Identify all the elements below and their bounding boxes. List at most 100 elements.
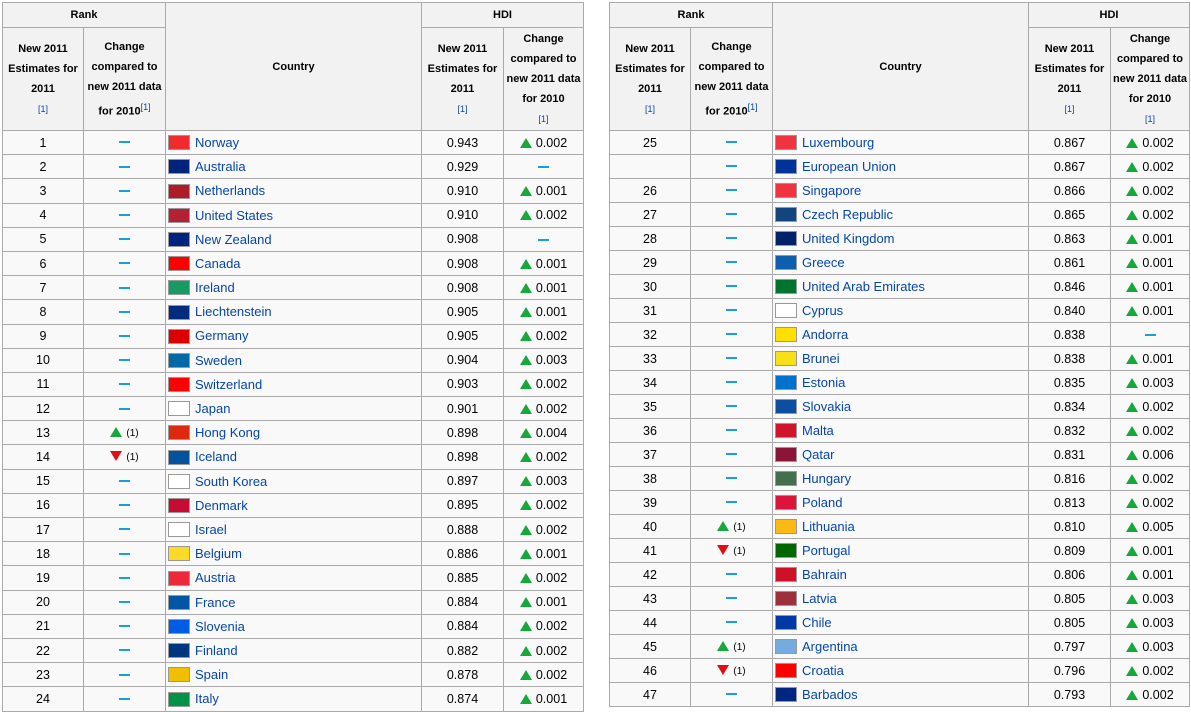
hdi-value-cell: 0.861 [1028, 250, 1111, 275]
hdi-value-cell: 0.797 [1028, 634, 1111, 659]
country-link[interactable]: Austria [195, 571, 235, 586]
hdi-change-value: 0.003 [535, 474, 568, 489]
country-link[interactable]: Brunei [802, 351, 840, 366]
rank-change-header: Change compared to new 2011 data for 201… [83, 27, 166, 131]
rank-cell: 5 [2, 226, 84, 252]
country-link[interactable]: Slovakia [802, 399, 851, 414]
hdi-value-cell: 0.908 [421, 250, 504, 277]
table-row: 46 (1) Croatia 0.796 0.002 [609, 658, 1191, 683]
flag-icon [168, 425, 190, 441]
country-cell: Singapore [772, 178, 1029, 203]
rank-change-cell: (1) [83, 444, 166, 470]
country-link[interactable]: Sweden [195, 353, 242, 368]
country-link[interactable]: Netherlands [195, 184, 265, 199]
country-link[interactable]: Switzerland [195, 377, 262, 392]
country-cell: Poland [772, 490, 1029, 515]
hdi-value-cell: 0.863 [1028, 226, 1111, 251]
hdi-value-cell: 0.813 [1028, 490, 1111, 515]
country-link[interactable]: Canada [195, 256, 241, 271]
country-link[interactable]: Germany [195, 329, 248, 344]
footnote-link[interactable]: [1] [141, 102, 151, 112]
footnote-link[interactable]: [1] [1145, 114, 1155, 124]
hdi-change-value: 0.002 [1142, 159, 1174, 174]
table-row: 9 Germany 0.905 0.002 [2, 323, 585, 349]
hdi-value-cell: 0.884 [421, 589, 504, 615]
country-link[interactable]: Czech Republic [802, 207, 893, 222]
hdi-value-cell: 0.898 [421, 420, 504, 446]
country-link[interactable]: Liechtenstein [195, 305, 272, 320]
country-link[interactable]: Croatia [802, 663, 844, 678]
country-link[interactable]: Greece [802, 255, 845, 270]
no-change-dash-icon [119, 697, 130, 700]
hdi-value-cell: 0.905 [421, 323, 504, 349]
country-link[interactable]: Spain [195, 667, 228, 682]
footnote-link[interactable]: [1] [38, 104, 48, 114]
country-link[interactable]: Andorra [802, 327, 848, 342]
country-link[interactable]: United States [195, 208, 273, 223]
footnote-link[interactable]: [1] [457, 104, 467, 114]
up-arrow-icon [1126, 425, 1139, 436]
table-row: 8 Liechtenstein 0.905 0.001 [2, 299, 585, 325]
country-link[interactable]: Australia [195, 159, 246, 174]
hdi-estimates-label: New 2011 Estimates for 2011 [1034, 43, 1105, 95]
no-change-dash-icon [119, 407, 130, 410]
footnote-link[interactable]: [1] [1064, 104, 1074, 114]
footnote-link[interactable]: [1] [539, 114, 549, 124]
hdi-change-cell: 0.001 [1109, 538, 1191, 563]
rank-cell: 43 [609, 586, 691, 611]
hdi-change-cell [502, 226, 585, 252]
hdi-change-cell: 0.001 [1109, 226, 1191, 251]
country-link[interactable]: Denmark [195, 498, 248, 513]
country-link[interactable]: Italy [195, 692, 219, 707]
hdi-change-value: 0.002 [535, 401, 568, 416]
hdi-change-value: 0.003 [535, 353, 568, 368]
country-link[interactable]: Latvia [802, 591, 837, 606]
hdi-value-cell: 0.866 [1028, 178, 1111, 203]
country-link[interactable]: United Arab Emirates [802, 279, 925, 294]
country-link[interactable]: Hungary [802, 471, 851, 486]
country-link[interactable]: South Korea [195, 474, 267, 489]
country-link[interactable]: Norway [195, 135, 239, 150]
flag-icon [775, 687, 797, 703]
country-link[interactable]: New Zealand [195, 232, 272, 247]
country-link[interactable]: United Kingdom [802, 231, 895, 246]
country-link[interactable]: European Union [802, 159, 896, 174]
country-header: Country [772, 2, 1029, 131]
flag-icon [775, 495, 797, 511]
rank-cell: 3 [2, 178, 84, 204]
rank-change-cell [690, 370, 773, 395]
hdi-change-label: Change compared to new 2011 data for 201… [1113, 33, 1187, 105]
country-link[interactable]: Qatar [802, 447, 835, 462]
country-link[interactable]: Belgium [195, 546, 242, 561]
country-link[interactable]: Lithuania [802, 519, 855, 534]
country-link[interactable]: Iceland [195, 450, 237, 465]
country-link[interactable]: Cyprus [802, 303, 843, 318]
country-link[interactable]: Israel [195, 522, 227, 537]
rank-change-cell [690, 682, 773, 707]
country-link[interactable]: France [195, 595, 235, 610]
country-link[interactable]: Poland [802, 495, 842, 510]
country-link[interactable]: Luxembourg [802, 135, 874, 150]
footnote-link[interactable]: [1] [748, 102, 758, 112]
country-link[interactable]: Ireland [195, 280, 235, 295]
footnote-link[interactable]: [1] [645, 104, 655, 114]
country-cell: Sweden [165, 347, 422, 373]
table-row: 25 Luxembourg 0.867 0.002 [609, 130, 1191, 155]
country-link[interactable]: Finland [195, 643, 238, 658]
country-link[interactable]: Portugal [802, 543, 850, 558]
country-cell: Liechtenstein [165, 299, 422, 325]
country-link[interactable]: Slovenia [195, 619, 245, 634]
country-link[interactable]: Chile [802, 615, 832, 630]
country-link[interactable]: Bahrain [802, 567, 847, 582]
country-link[interactable]: Hong Kong [195, 425, 260, 440]
table-row: 42 Bahrain 0.806 0.001 [609, 562, 1191, 587]
no-change-dash-icon [726, 285, 737, 288]
down-arrow-icon [717, 664, 730, 675]
country-link[interactable]: Barbados [802, 687, 858, 702]
no-change-dash-icon [119, 310, 130, 313]
country-link[interactable]: Malta [802, 423, 834, 438]
country-link[interactable]: Argentina [802, 639, 858, 654]
country-link[interactable]: Estonia [802, 375, 845, 390]
country-link[interactable]: Japan [195, 401, 230, 416]
country-link[interactable]: Singapore [802, 183, 861, 198]
